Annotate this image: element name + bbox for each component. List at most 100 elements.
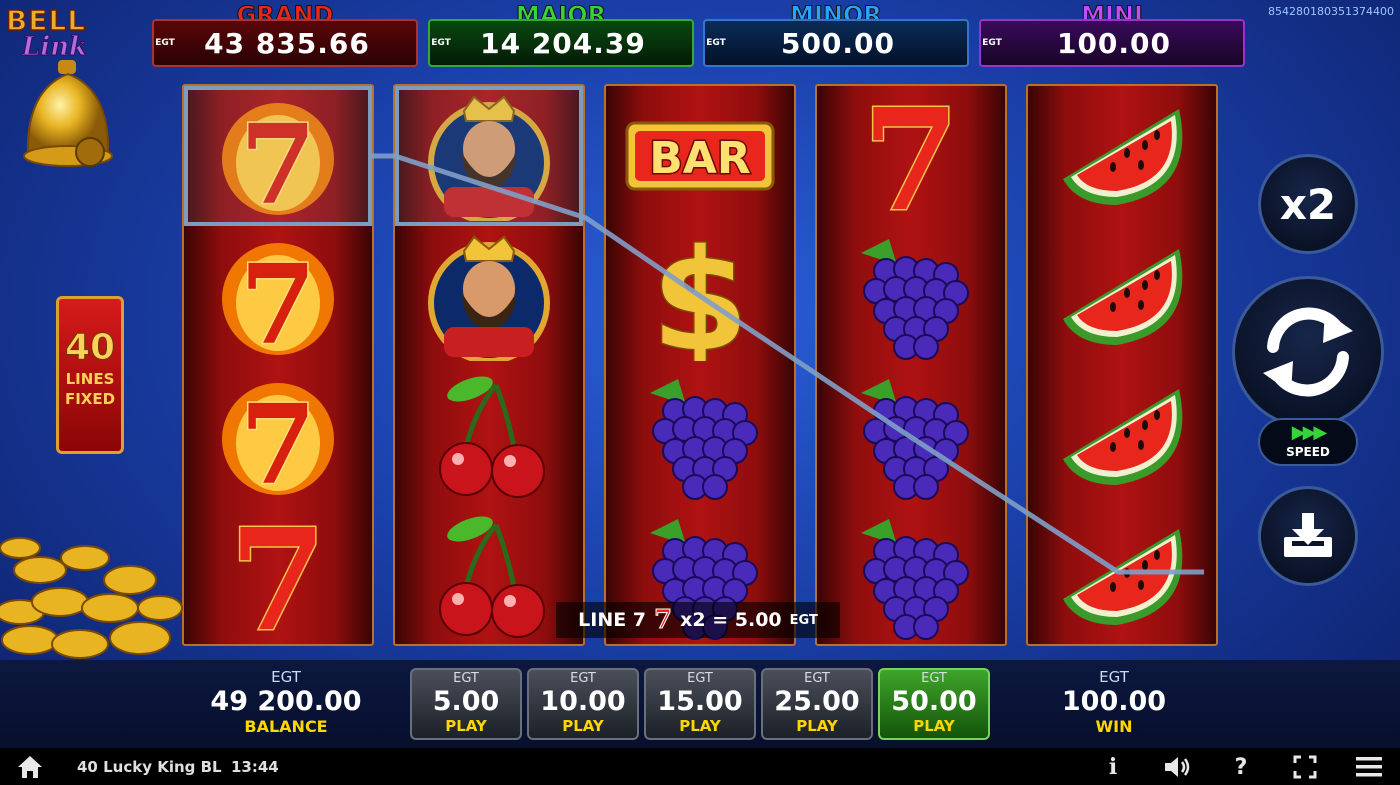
reel-symbol-king xyxy=(395,226,583,366)
seven-icon: 7 xyxy=(228,511,328,641)
bet-button-50[interactable]: EGT 50.00 PLAY xyxy=(878,668,990,740)
jackpot-grand: GRAND EGT 43 835.66 xyxy=(152,2,418,68)
win-currency: EGT xyxy=(1099,668,1129,686)
win-line-symbol-icon: 7 xyxy=(654,605,673,636)
reel-symbol-seven: 7 xyxy=(184,506,372,644)
grapes-icon xyxy=(650,379,758,500)
bet-currency: EGT xyxy=(921,671,947,686)
bet-button-25[interactable]: EGT 25.00 PLAY xyxy=(761,668,873,740)
spin-button[interactable] xyxy=(1232,276,1384,428)
grapes-icon xyxy=(861,519,969,640)
bet-value: 50.00 xyxy=(891,686,977,717)
help-icon[interactable]: ? xyxy=(1226,753,1256,781)
cherries-icon xyxy=(439,516,545,638)
reel-symbol-watermelon xyxy=(1028,226,1216,366)
dollar-icon: $ xyxy=(650,231,750,361)
win-display: EGT 100.00 WIN xyxy=(1046,668,1182,736)
speed-label: SPEED xyxy=(1286,445,1330,459)
jackpot-minor-currency: EGT xyxy=(706,37,726,48)
home-icon[interactable] xyxy=(16,754,44,780)
burning-seven-icon: 7 xyxy=(222,239,334,361)
bet-label: PLAY xyxy=(679,717,721,735)
seven-icon: 7 xyxy=(861,91,961,221)
balance-label: BALANCE xyxy=(244,717,328,736)
win-value: 100.00 xyxy=(1061,686,1167,717)
gold-coins-pile xyxy=(0,537,183,659)
bet-currency: EGT xyxy=(453,671,479,686)
jackpot-minor-value: 500.00 xyxy=(780,26,896,60)
bet-label: PLAY xyxy=(913,717,955,735)
fullscreen-icon[interactable] xyxy=(1290,753,1320,781)
watermelon-icon xyxy=(1063,249,1183,345)
win-label: WIN xyxy=(1095,717,1133,736)
balance-currency: EGT xyxy=(271,668,301,686)
watermelon-icon xyxy=(1063,529,1183,625)
multiplier-button[interactable]: x2 xyxy=(1258,154,1358,254)
cherries-icon xyxy=(439,376,545,498)
svg-text:$: $ xyxy=(651,231,748,361)
sound-icon[interactable] xyxy=(1162,753,1192,781)
jackpot-major: MAJOR EGT 14 204.39 xyxy=(428,2,694,68)
reel-symbol-watermelon xyxy=(1028,506,1216,644)
watermelon-icon xyxy=(1063,109,1183,205)
reel-symbol-grapes xyxy=(817,226,1005,366)
jackpot-major-value: 14 204.39 xyxy=(480,26,646,60)
king-icon xyxy=(428,235,550,361)
bet-currency: EGT xyxy=(687,671,713,686)
lines-label: LINES xyxy=(65,370,115,388)
jackpot-grand-value: 43 835.66 xyxy=(204,26,370,60)
game-name: 40 Lucky King BL xyxy=(77,758,222,776)
bet-value: 15.00 xyxy=(657,686,743,717)
bet-button-15[interactable]: EGT 15.00 PLAY xyxy=(644,668,756,740)
jackpot-grand-currency: EGT xyxy=(155,37,175,48)
bet-currency: EGT xyxy=(570,671,596,686)
jackpot-mini: MINI EGT 100.00 xyxy=(979,2,1245,68)
svg-text:7: 7 xyxy=(862,91,959,221)
bet-label: PLAY xyxy=(445,717,487,735)
reel-symbol-seven: 7 xyxy=(817,86,1005,226)
footer-bar: 40 Lucky King BL 13:44 i ? xyxy=(0,748,1400,785)
bet-button-10[interactable]: EGT 10.00 PLAY xyxy=(527,668,639,740)
reel-symbol-dollar: $ xyxy=(606,226,794,366)
refresh-icon xyxy=(1263,307,1353,397)
svg-text:BAR: BAR xyxy=(649,133,750,184)
bet-value: 10.00 xyxy=(540,686,626,717)
bet-label: PLAY xyxy=(562,717,604,735)
lines-count: 40 xyxy=(64,327,116,369)
session-id: 854280180351374400 xyxy=(1268,5,1394,18)
reel-symbol-bar: BAR xyxy=(606,86,794,226)
reel-symbol-cherries xyxy=(395,366,583,506)
svg-text:7: 7 xyxy=(240,380,317,501)
lines-fixed-badge: 40 LINES FIXED xyxy=(56,296,124,454)
reel-symbol-grapes xyxy=(606,366,794,506)
fixed-label: FIXED xyxy=(64,390,116,408)
bet-value: 5.00 xyxy=(432,686,500,717)
svg-text:7: 7 xyxy=(229,511,326,641)
win-frame-reel-2 xyxy=(395,86,583,226)
reel-5 xyxy=(1026,84,1218,646)
info-icon[interactable]: i xyxy=(1098,753,1128,781)
win-frame-reel-1 xyxy=(184,86,372,226)
speed-button[interactable]: ▶▶▶ SPEED xyxy=(1258,418,1358,466)
reel-symbol-burning-seven: 7 xyxy=(184,366,372,506)
fast-forward-icon: ▶▶▶ xyxy=(1291,422,1328,443)
download-tray-icon xyxy=(1284,513,1332,557)
jackpot-mini-value: 100.00 xyxy=(1056,26,1172,60)
jackpot-mini-currency: EGT xyxy=(982,37,1002,48)
bar-icon: BAR xyxy=(625,121,775,191)
win-line-number: LINE 7 xyxy=(578,609,647,631)
burning-seven-icon: 7 xyxy=(222,379,334,501)
reel-3: BAR $ xyxy=(604,84,796,646)
menu-icon[interactable] xyxy=(1354,753,1384,781)
reel-symbol-grapes xyxy=(817,366,1005,506)
balance-display: EGT 49 200.00 BALANCE xyxy=(208,668,364,736)
bet-button-5[interactable]: EGT 5.00 PLAY xyxy=(410,668,522,740)
bet-value: 25.00 xyxy=(774,686,860,717)
grapes-icon xyxy=(861,239,969,360)
win-line-currency: EGT xyxy=(789,612,818,628)
svg-text:7: 7 xyxy=(240,240,317,361)
multiplier-label: x2 xyxy=(1279,179,1337,229)
jackpot-major-currency: EGT xyxy=(431,37,451,48)
golden-bell-icon xyxy=(23,60,113,167)
collect-button[interactable] xyxy=(1258,486,1358,586)
